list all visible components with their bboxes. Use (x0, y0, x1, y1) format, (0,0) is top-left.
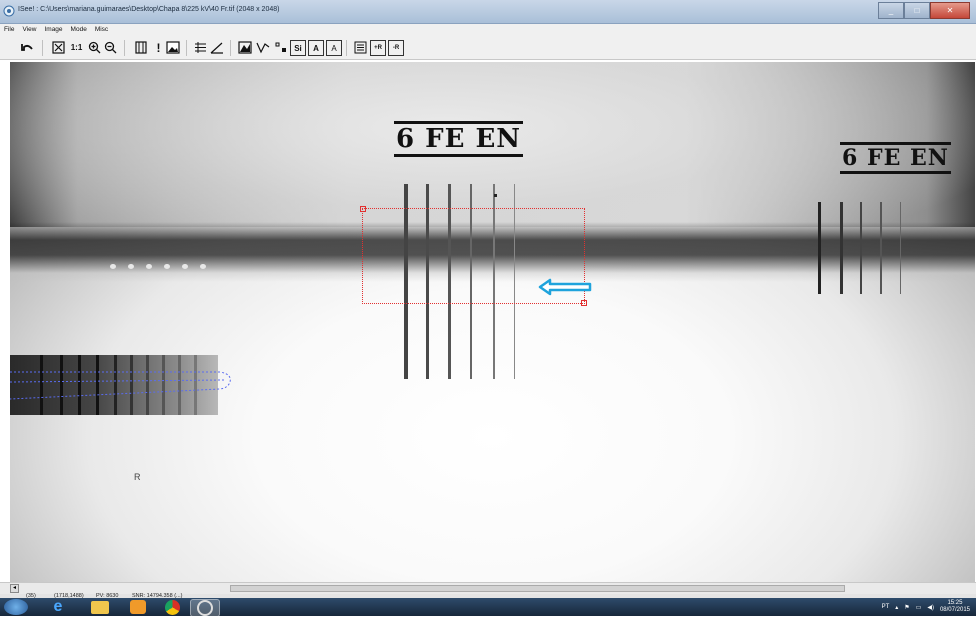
clock-date[interactable]: 08/07/2015 (940, 607, 970, 614)
window-title: ISee! : C:\Users\mariana.guimaraes\Deskt… (18, 6, 280, 13)
toolbar: 1:1 ! Si A A +R -R (0, 36, 976, 60)
scroll-left-button[interactable]: ◂ (10, 584, 19, 593)
r-marker: R (134, 472, 141, 482)
left-arrow-icon (538, 278, 592, 296)
image-icon[interactable] (164, 39, 181, 56)
fit-window-icon[interactable] (50, 39, 67, 56)
plate-label-center: 6 FE EN (394, 121, 524, 157)
network-icon[interactable]: ▭ (916, 604, 922, 611)
a-box-button[interactable]: A (308, 40, 324, 56)
blue-line-profile[interactable] (10, 362, 240, 412)
isee-taskbar-icon[interactable] (190, 599, 220, 617)
grid-icon[interactable] (192, 39, 209, 56)
close-button[interactable]: ✕ (930, 2, 970, 19)
menu-bar: File View Image Mode Misc (0, 24, 976, 36)
minus-r-button[interactable]: -R (388, 40, 404, 56)
tray-expand-icon[interactable]: ▴ (895, 604, 898, 611)
weld-pores (110, 264, 206, 269)
angle-icon[interactable] (208, 39, 225, 56)
internet-explorer-icon[interactable]: e (44, 598, 72, 615)
window-controls: _ □ ✕ (878, 2, 970, 19)
start-orb-icon[interactable] (4, 599, 28, 615)
volume-icon[interactable]: ◀) (927, 604, 934, 611)
profile-icon[interactable] (236, 39, 253, 56)
points-icon[interactable] (272, 39, 289, 56)
menu-image[interactable]: Image (44, 24, 62, 36)
system-tray: PT ▴ ⚑ ▭ ◀) 15:25 08/07/2015 (882, 599, 970, 615)
taskbar: e PT ▴ ⚑ ▭ ◀) 15:25 08/07/2015 (0, 598, 976, 617)
zoom-in-icon[interactable] (86, 39, 103, 56)
maximize-button[interactable]: □ (904, 2, 930, 19)
title-bar: ISee! : C:\Users\mariana.guimaraes\Deskt… (0, 0, 976, 24)
actual-size-button[interactable]: 1:1 (68, 39, 85, 56)
scroll-thumb[interactable] (230, 585, 845, 592)
a-outline-button[interactable]: A (326, 40, 342, 56)
menu-mode[interactable]: Mode (71, 24, 87, 36)
clock-time[interactable]: 15:25 (947, 600, 962, 607)
zoom-out-icon[interactable] (102, 39, 119, 56)
chrome-icon[interactable] (158, 599, 186, 615)
app-icon (3, 5, 15, 17)
polyline-icon[interactable] (254, 39, 271, 56)
si-button[interactable]: Si (290, 40, 306, 56)
plate-label-right: 6 FE EN (840, 142, 951, 174)
menu-file[interactable]: File (4, 24, 14, 36)
menu-view[interactable]: View (22, 24, 36, 36)
list-icon[interactable] (352, 39, 369, 56)
radiograph-viewer[interactable]: 6 FE EN 6 FE EN R (10, 62, 975, 582)
invert-icon[interactable] (132, 39, 149, 56)
minimize-button[interactable]: _ (878, 2, 904, 19)
flag-icon[interactable]: ⚑ (904, 604, 909, 611)
menu-misc[interactable]: Misc (95, 24, 108, 36)
media-player-icon[interactable] (124, 599, 152, 615)
language-indicator[interactable]: PT (882, 604, 890, 610)
plus-r-button[interactable]: +R (370, 40, 386, 56)
undo-icon[interactable] (18, 39, 35, 56)
file-explorer-icon[interactable] (86, 599, 114, 615)
